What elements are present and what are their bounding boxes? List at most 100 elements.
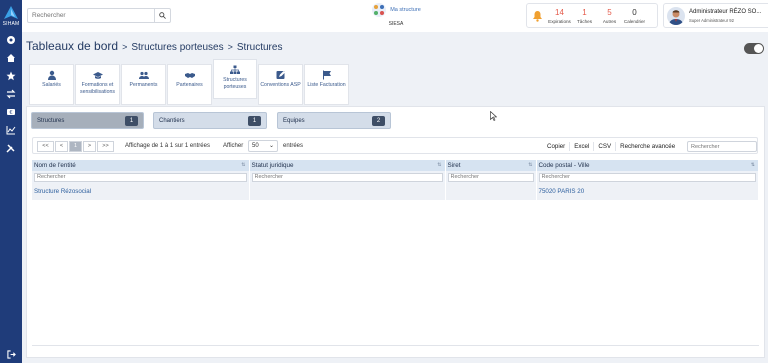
toggle-knob [754,44,763,53]
structure-logo[interactable]: Ma structure SIESA [356,2,436,27]
search-icon[interactable] [154,9,170,22]
sidebar: SIHAM € [0,0,22,363]
cell-name[interactable]: Structure Rézosocial [32,183,250,200]
nav-star-icon[interactable] [6,71,16,81]
logout-icon[interactable] [6,350,16,359]
cell-legal-status [249,183,446,200]
count-badge: 2 [372,116,385,126]
show-label: Afficher [223,143,244,149]
nav-euro-icon[interactable]: € [6,107,16,117]
user-role: Super Administrateur 92 [689,18,734,23]
counter-expirations[interactable]: 14 Expirations [547,8,572,24]
tile-label: Salariés [42,82,61,88]
counter-value: 1 [582,7,587,17]
breadcrumb-parent[interactable]: Structures porteuses [131,42,223,53]
prev-page-button[interactable]: < [55,141,68,152]
structure-title: Ma structure [390,7,421,13]
breadcrumb: Tableaux de bord > Structures porteuses > St… [26,39,282,53]
breadcrumb-current: Structures [236,42,283,53]
tile-label: Structures porteuses [223,77,247,90]
nav-chart-icon[interactable] [6,125,16,135]
svg-text:€: € [9,110,12,116]
advanced-search-button[interactable]: Recherche avancée [616,142,679,151]
tab-chantiers[interactable]: Chantiers 1 [153,112,267,129]
user-menu[interactable]: Administrateur RÉZO SO... Super Administ… [663,3,768,28]
counter-value: 5 [607,7,612,17]
excel-button[interactable]: Excel [570,142,595,151]
handshake-icon [184,73,195,78]
structure-name: SIESA [388,21,404,27]
page-size-select[interactable]: 50 ⌄ [248,140,278,152]
filter-input-legal-status[interactable] [251,172,443,182]
nav-home-icon[interactable] [6,53,16,63]
bell-icon[interactable] [527,10,547,22]
table-header-row: Nom de l'entité ⇅ Statut juridique ⇅ Siret… [32,160,759,171]
counter-tasks[interactable]: 1 Tâches [572,8,597,24]
last-page-button[interactable]: >> [97,141,114,152]
filter-input-siret[interactable] [447,172,534,182]
chevron-down-icon: ⌄ [268,143,274,149]
counter-others[interactable]: 5 Autres [597,8,622,24]
graduation-cap-icon [92,72,103,79]
column-header-siret[interactable]: Siret ⇅ [445,160,537,171]
tile-liste-facturation[interactable]: Liste Facturation [304,64,349,105]
sort-icon: ⇅ [241,162,246,168]
tile-structures-porteuses[interactable]: Structures porteuses [213,59,257,99]
app-logo-icon [4,6,18,19]
table-filter-row [32,171,759,183]
tile-conventions-asp[interactable]: Conventions ASP [258,64,303,105]
breadcrumb-root[interactable]: Tableaux de bord [26,39,118,53]
user-name: Administrateur RÉZO SO... [689,9,762,15]
count-badge: 1 [248,116,261,126]
next-page-button[interactable]: > [83,141,96,152]
content-panel: Structures 1 Chantiers 1 Equipes 2 << < … [26,106,765,358]
column-header-legal-status[interactable]: Statut juridique ⇅ [249,160,446,171]
tile-permanents[interactable]: Permanents [121,64,166,105]
tile-label: Conventions ASP [260,82,301,88]
tab-label: Equipes [283,118,305,124]
nav-dashboard-icon[interactable] [6,35,16,45]
tile-partenaires[interactable]: Partenaires [167,64,212,105]
sort-icon: ⇅ [528,162,533,168]
table-search-input[interactable] [688,142,756,151]
breadcrumb-separator: > [122,42,128,52]
nav-exchange-icon[interactable] [6,89,16,99]
column-header-postcode-city[interactable]: Code postal - Ville ⇅ [536,160,759,171]
structures-table: Nom de l'entité ⇅ Statut juridique ⇅ Siret… [32,160,759,200]
counter-calendar[interactable]: 0 Calendrier [622,8,647,24]
page-number-button[interactable]: 1 [69,141,82,152]
user-icon [47,70,56,80]
column-header-label: Code postal - Ville [538,162,590,169]
flag-icon [322,70,331,80]
tile-salaries[interactable]: Salariés [29,64,74,105]
pagination: << < 1 > >> [37,141,115,152]
counter-value: 0 [632,7,637,17]
tile-label: Permanents [129,82,158,88]
tile-label: Formations et sensibilisations [80,82,115,95]
sort-icon: ⇅ [437,162,442,168]
counter-label: Tâches [576,18,593,24]
tab-label: Chantiers [159,118,185,124]
column-header-name[interactable]: Nom de l'entité ⇅ [32,160,250,171]
table-row[interactable]: Structure Rézosocial 75020 PARIS 20 [32,183,759,200]
filter-input-postcode-city[interactable] [538,172,756,182]
view-toggle[interactable] [744,43,764,54]
tile-label: Partenaires [176,82,203,88]
tab-equipes[interactable]: Equipes 2 [277,112,391,129]
nav-tools-icon[interactable] [6,143,16,153]
tab-structures[interactable]: Structures 1 [31,112,144,129]
global-search-input[interactable] [28,9,138,22]
export-buttons: Copier Excel CSV Recherche avancée [543,142,679,151]
sort-icon: ⇅ [750,162,755,168]
table-search [687,141,757,152]
count-badge: 1 [125,116,138,126]
avatar [667,7,685,25]
csv-button[interactable]: CSV [594,142,617,151]
filter-input-name[interactable] [34,172,247,182]
tile-formations[interactable]: Formations et sensibilisations [75,64,120,105]
column-header-label: Siret [447,162,461,169]
column-header-label: Nom de l'entité [34,162,76,169]
first-page-button[interactable]: << [37,141,54,152]
copy-button[interactable]: Copier [543,142,571,151]
global-search [27,8,171,23]
